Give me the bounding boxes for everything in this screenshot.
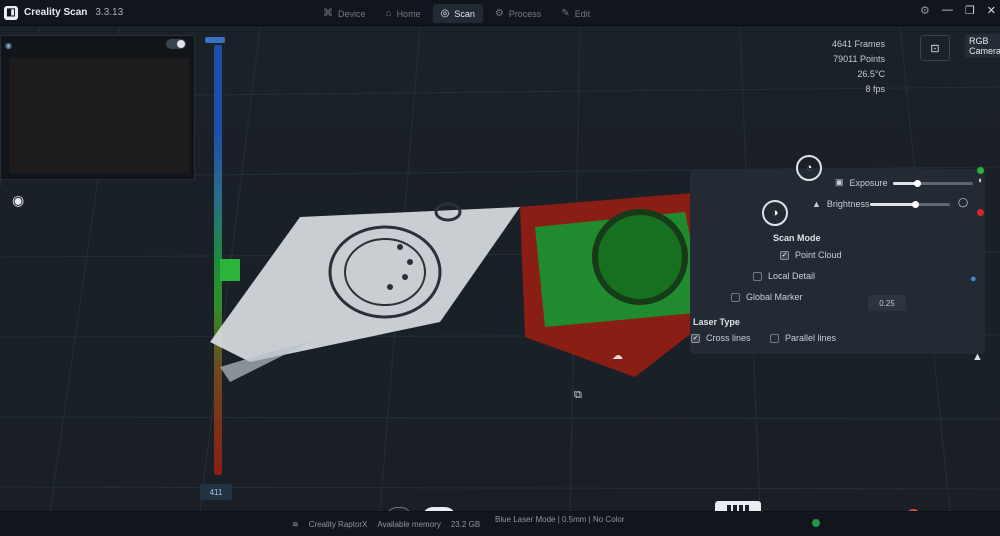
detail-value-input[interactable]: 0.25 — [868, 295, 906, 311]
app-window: ◧ Creality Scan 3.3.13 ⌘ Device ⌂ Home ◎ Sc… — [0, 0, 1000, 536]
laser-cross-lines[interactable]: ✓ Cross lines — [691, 333, 751, 343]
brightness-dial-icon[interactable]: ◑ — [762, 200, 788, 226]
drop-tool-icon[interactable]: ▲ — [972, 351, 983, 363]
brightness-row: ▲ Brightness — [812, 199, 869, 209]
brightness-slider-fill — [870, 203, 916, 206]
tab-process[interactable]: ⚙ Process — [487, 4, 549, 23]
edit-icon: ✎ — [561, 8, 570, 19]
tab-process-label: Process — [508, 8, 542, 19]
pause-scan-button[interactable] — [715, 501, 761, 511]
parallel-lines-label: Parallel lines — [785, 333, 837, 343]
points-count: 79011 Points — [833, 54, 885, 64]
memory-value: 23.2 GB — [450, 520, 481, 529]
exposure-slider-knob[interactable] — [914, 180, 921, 187]
process-icon: ⚙ — [494, 8, 504, 19]
temperature: 26.5°C — [857, 69, 885, 79]
window-controls: ⚙ — ❐ ✕ — [920, 4, 996, 17]
exposure-slider[interactable] — [893, 180, 973, 187]
tab-home-label: Home — [396, 8, 421, 19]
close-button[interactable]: ✕ — [987, 4, 996, 17]
exposure-icon: ▣ — [835, 177, 844, 187]
memory-label: Available memory — [377, 520, 441, 529]
exposure-row: ▣ Exposure — [835, 177, 888, 188]
stack-tool-icon[interactable]: ⧉ — [574, 389, 582, 402]
scanned-point-cloud — [210, 202, 520, 382]
point-cloud-checkbox[interactable]: ✓ — [780, 250, 789, 260]
device-name: Creality RaptorX — [308, 520, 368, 529]
local-detail-checkbox[interactable] — [753, 271, 762, 281]
home-icon: ⌂ — [385, 8, 392, 19]
tab-edit[interactable]: ✎ Edit — [553, 4, 598, 23]
laser-type-title: Laser Type — [693, 317, 740, 327]
scan-mode-title: Scan Mode — [773, 233, 821, 243]
scan-icon: ◎ — [440, 8, 450, 19]
device-status: ≋ Creality RaptorX Available memory 23.2… — [292, 520, 480, 529]
status-red-dot — [977, 209, 984, 216]
fps: 8 fps — [865, 84, 885, 94]
settings-gear-icon[interactable]: ⚙ — [920, 4, 930, 17]
tab-edit-label: Edit — [574, 8, 591, 19]
wifi-icon: ≋ — [292, 520, 299, 529]
status-green-dot — [977, 167, 984, 174]
depth-top-indicator — [205, 37, 225, 43]
cross-lines-checkbox[interactable]: ✓ — [691, 333, 700, 343]
main-tabs: ⌘ Device ⌂ Home ◎ Scan ⚙ Process ✎ Edit — [315, 4, 598, 23]
scan-mode-point-cloud[interactable]: ✓ Point Cloud — [780, 250, 842, 260]
scan-mode-status: Blue Laser Mode | 0.5mm | No Color — [495, 515, 625, 524]
brightness-slider-knob[interactable] — [912, 201, 919, 208]
frames-count: 4641 Frames — [831, 39, 885, 49]
exposure-auto-icon[interactable]: ◐ — [978, 175, 983, 185]
app-name: Creality Scan — [24, 7, 88, 18]
brightness-icon: ▲ — [812, 199, 821, 209]
rgb-camera-label[interactable]: RGB Camera — [965, 34, 1000, 58]
depth-readout: 411 — [200, 484, 232, 500]
tab-device-label: Device — [338, 8, 366, 19]
connection-status-dot — [812, 519, 820, 527]
tab-home[interactable]: ⌂ Home — [378, 4, 429, 23]
local-detail-label: Local Detail — [768, 271, 816, 281]
preview-toggle[interactable] — [166, 39, 186, 49]
tab-scan-label: Scan — [454, 8, 475, 19]
camera-preview-panel: ◉ — [0, 35, 195, 180]
camera-preview-image — [9, 58, 189, 173]
laser-parallel-lines[interactable]: Parallel lines — [770, 333, 836, 343]
app-logo-icon: ◧ — [4, 5, 18, 20]
cross-lines-label: Cross lines — [706, 333, 751, 343]
global-marker-checkbox[interactable] — [731, 292, 740, 302]
camera-icon: ⊡ — [930, 42, 940, 55]
device-icon: ⌘ — [323, 8, 333, 19]
scan-mode-local-detail[interactable]: Local Detail — [753, 271, 815, 281]
brightness-auto-icon[interactable]: ◯ — [958, 197, 968, 208]
left-side-icons: ◉ — [12, 192, 24, 209]
tab-scan[interactable]: ◎ Scan — [432, 4, 483, 23]
exposure-dial-icon[interactable]: ◔ — [796, 155, 822, 181]
global-marker-label: Global Marker — [746, 292, 803, 302]
preview-icon: ◉ — [5, 41, 12, 50]
minimize-button[interactable]: — — [942, 4, 953, 17]
exposure-label: Exposure — [849, 177, 888, 188]
marker-tool-icon[interactable]: ● — [970, 273, 977, 285]
brightness-slider[interactable] — [870, 201, 950, 208]
title-bar: ◧ Creality Scan 3.3.13 ⌘ Device ⌂ Home ◎ Sc… — [0, 0, 1000, 26]
parallel-lines-checkbox[interactable] — [770, 333, 779, 343]
point-cloud-label: Point Cloud — [795, 250, 842, 260]
camera-switch-button[interactable]: ⊡ — [920, 35, 950, 61]
tab-device[interactable]: ⌘ Device — [315, 4, 374, 23]
cloud-tool-icon[interactable]: ☁ — [612, 349, 623, 362]
scan-info: 4641 Frames 79011 Points 26.5°C 8 fps — [760, 37, 885, 97]
scan-mode-global-marker[interactable]: Global Marker — [731, 292, 803, 302]
scan-viewport[interactable]: ◉ ◉ 411 4641 Frames 79011 Points 26.5°C … — [0, 27, 1000, 511]
brightness-label: Brightness — [826, 199, 870, 209]
app-version: 3.3.13 — [95, 7, 124, 18]
status-bar: ≋ Creality RaptorX Available memory 23.2… — [0, 511, 1000, 536]
target-icon[interactable]: ◉ — [12, 192, 24, 209]
maximize-button[interactable]: ❐ — [965, 4, 975, 17]
